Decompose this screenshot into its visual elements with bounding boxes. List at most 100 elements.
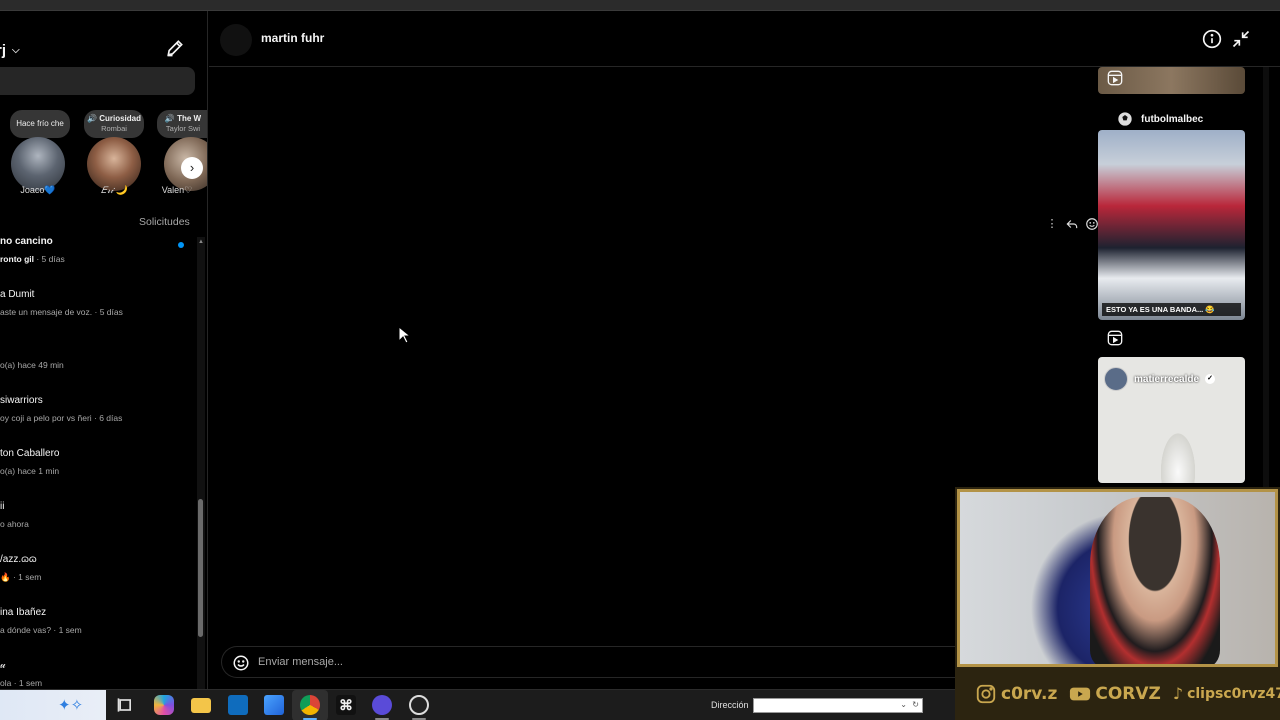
note-text: 🔊 Curiosidad [87, 114, 141, 123]
emoji-icon[interactable] [232, 654, 250, 672]
notes-next-button[interactable]: › [181, 157, 203, 179]
avatar [1104, 367, 1128, 391]
info-icon[interactable] [1202, 29, 1222, 49]
chat-title: ton Caballero [0, 448, 60, 459]
post-author-name: futbolmalbec [1141, 113, 1204, 125]
webcam-person [1090, 497, 1220, 664]
compose-message-icon[interactable] [165, 38, 185, 58]
store-icon[interactable] [264, 695, 284, 715]
note-text: Hace frío che [16, 119, 64, 128]
list-item[interactable]: /azz.ɷɷ 🔥 · 1 sem [0, 547, 196, 600]
inbox-sidebar: rj ⌵ Hace frío che Joaco💙 🔊 Curiosidad R… [0, 11, 208, 689]
taskbar-widgets-area[interactable]: ✦✧ [0, 690, 106, 720]
react-emoji-icon[interactable] [1085, 217, 1099, 231]
shared-reel[interactable]: matierrecalde ✓ [1098, 357, 1245, 483]
youtube-text: CORVZ [1095, 683, 1161, 704]
list-item[interactable]: siwarriors oy coji a pelo por vs ñeri · … [0, 388, 196, 441]
chat-title: /azz.ɷɷ [0, 554, 37, 565]
note-text: 🔊 The W [164, 114, 202, 123]
chat-title: ii [0, 501, 5, 512]
contact-avatar[interactable] [220, 24, 252, 56]
chat-title: 𝓊 [0, 660, 6, 671]
scrollbar-thumb[interactable] [198, 499, 203, 637]
notes-tray: Hace frío che Joaco💙 🔊 Curiosidad Rombai… [0, 107, 207, 202]
note-bubble: 🔊 Curiosidad Rombai [84, 110, 144, 138]
search-input[interactable] [0, 67, 195, 95]
unread-indicator [178, 242, 184, 248]
more-options-icon[interactable]: ⋮ [1045, 217, 1059, 231]
account-switcher[interactable]: rj ⌵ [0, 42, 20, 59]
chat-preview: aste un mensaje de voz. · 5 días [0, 307, 123, 317]
scroll-up-arrow-icon[interactable]: ▲ [198, 239, 204, 245]
chat-title: no cancino [0, 236, 53, 247]
screen: { "sidebar": { "username": "rj", "notes"… [0, 0, 1280, 720]
list-item[interactable]: o(a) hace 49 min [0, 335, 196, 388]
chat-preview: a dónde vas? · 1 sem [0, 625, 82, 635]
list-item[interactable]: no cancino ronto gil · 5 días [0, 229, 196, 282]
thread-scrollbar[interactable] [1263, 67, 1269, 497]
capcut-icon[interactable]: ⌘ [336, 695, 356, 715]
chevron-down-icon: ⌵ [12, 45, 20, 56]
browser-top-strip [0, 0, 1280, 11]
chat-preview: ronto gil · 5 días [0, 254, 65, 264]
reel-scene [1158, 427, 1198, 483]
address-toolbar-label: Dirección [711, 700, 749, 710]
chat-preview: 🔥 · 1 sem [0, 572, 42, 582]
tiktok-icon: ♪ [1172, 684, 1184, 703]
post-author[interactable]: futbolmalbec [1117, 111, 1203, 127]
obs-icon[interactable] [409, 695, 429, 715]
post-author-name: matierrecalde [1134, 373, 1200, 385]
chat-preview: ola · 1 sem [0, 678, 43, 688]
note-username: Joaco💙 [20, 185, 56, 195]
copilot-icon[interactable] [154, 695, 174, 715]
list-item[interactable]: 𝓊 ola · 1 sem [0, 653, 196, 689]
message-actions: ⋮ [1045, 217, 1099, 231]
webcam-overlay: c0rv.z CORVZ ♪ clipsc0rvz476 [955, 487, 1280, 720]
chat-preview-text: · 5 días [34, 254, 65, 264]
chat-preview: o(a) hace 1 min [0, 466, 60, 476]
tiktok-text: clipsc0rvz476 [1187, 685, 1280, 702]
social-links-bar: c0rv.z CORVZ ♪ clipsc0rvz476 [955, 667, 1280, 720]
reply-icon[interactable] [1065, 217, 1079, 231]
note-bubble: Hace frío che [10, 110, 70, 138]
chat-preview-sender: ronto gil [0, 254, 34, 264]
file-explorer-icon[interactable] [191, 698, 211, 713]
address-input[interactable]: ⌄ ↻ [753, 698, 923, 713]
note-subtext: Rombai [101, 124, 127, 133]
account-username: rj [0, 42, 7, 59]
app-icon[interactable] [372, 695, 392, 715]
verified-badge-icon: ✓ [1205, 374, 1216, 384]
shared-reel[interactable]: ESTO YA ES UNA BANDA... 😂 [1098, 130, 1245, 320]
note-username: Valen♡ [161, 185, 193, 195]
chrome-icon[interactable] [300, 695, 320, 715]
avatar [87, 137, 141, 191]
refresh-icon[interactable]: ↻ [912, 700, 919, 709]
reel-caption: ESTO YA ES UNA BANDA... 😂 [1102, 303, 1241, 316]
outlook-icon[interactable] [228, 695, 248, 715]
sparkle-icon[interactable]: ✦✧ [58, 696, 83, 714]
instagram-handle: c0rv.z [975, 683, 1057, 705]
list-item[interactable]: ton Caballero o(a) hace 1 min [0, 441, 196, 494]
message-composer[interactable]: Enviar mensaje... [221, 646, 966, 678]
sidebar-scrollbar[interactable]: ▲ [197, 237, 205, 689]
minimize-icon[interactable] [1231, 29, 1251, 49]
requests-link[interactable]: Solicitudes [139, 216, 190, 228]
list-item[interactable]: ina Ibañez a dónde vas? · 1 sem [0, 600, 196, 653]
note-subtext: Taylor Swi [165, 124, 201, 133]
chat-preview: oy coji a pelo por vs ñeri · 6 días [0, 413, 123, 423]
football-icon [1118, 112, 1132, 126]
post-author[interactable]: matierrecalde ✓ [1104, 367, 1216, 391]
chevron-down-icon[interactable]: ⌄ [900, 700, 907, 709]
list-item[interactable]: ii o ahora [0, 494, 196, 547]
tiktok-handle: ♪ clipsc0rvz476 [1173, 684, 1280, 703]
note-username: 𝐸𝓇𝒾 🌙 [100, 185, 128, 195]
webcam-feed [957, 489, 1278, 667]
avatar [11, 137, 65, 191]
instagram-text: c0rv.z [1001, 683, 1058, 704]
instagram-icon [976, 684, 996, 703]
list-item[interactable]: a Dumit aste un mensaje de voz. · 5 días [0, 282, 196, 335]
task-view-icon[interactable] [116, 695, 136, 715]
message-input[interactable]: Enviar mensaje... [258, 656, 343, 668]
chat-title: a Dumit [0, 289, 35, 300]
contact-name[interactable]: martin fuhr [261, 31, 324, 45]
